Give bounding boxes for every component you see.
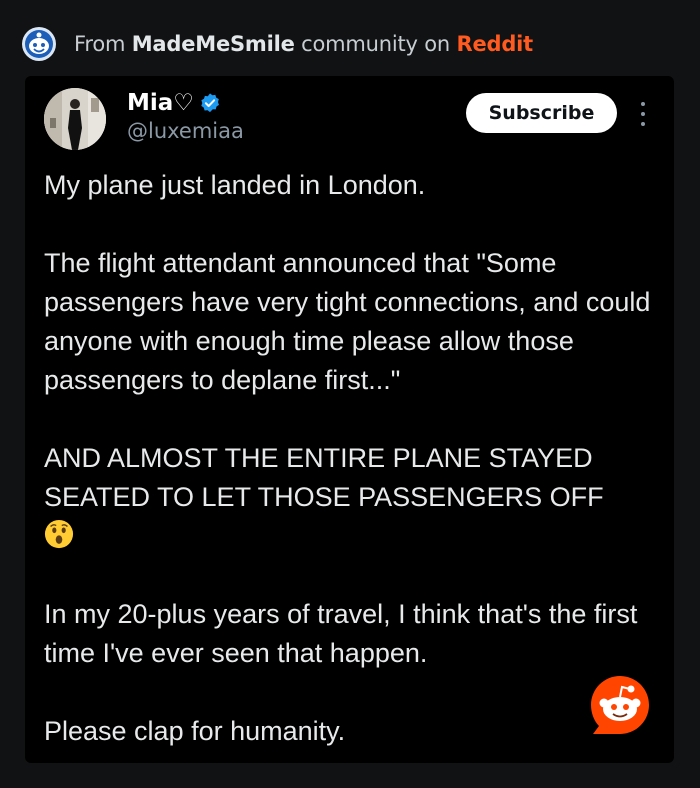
source-header: From MadeMeSmile community on Reddit [22,26,533,62]
source-middle: community on [294,32,457,56]
community-link[interactable]: MadeMeSmile [132,32,295,56]
author-handle[interactable]: @luxemiaa [127,119,244,143]
post-body: My plane just landed in London. The flig… [44,166,654,751]
post-paragraph-1: My plane just landed in London. [44,170,426,200]
post-paragraph-5: Please clap for humanity. [44,716,346,746]
subscribe-button[interactable]: Subscribe [466,93,617,133]
reddit-link[interactable]: Reddit [456,32,533,56]
source-text: From MadeMeSmile community on Reddit [74,32,533,56]
astonished-face-emoji [44,519,74,549]
author-name-row: Mia♡ [127,88,221,118]
author-name[interactable]: Mia♡ [127,90,194,116]
post-paragraph-3: AND ALMOST THE ENTIRE PLANE STAYED SEATE… [44,443,604,512]
emoji-line [44,517,654,556]
more-options-icon[interactable] [635,102,651,126]
reddit-snoo-icon[interactable] [589,674,651,736]
post-card: Mia♡ @luxemiaa Subscribe My plane just l… [25,76,674,763]
source-prefix: From [74,32,132,56]
mademesmile-community-icon[interactable] [22,27,56,61]
post-paragraph-4: In my 20-plus years of travel, I think t… [44,599,638,668]
post-paragraph-2: The flight attendant announced that "Som… [44,248,651,395]
verified-badge-icon [201,93,219,113]
avatar[interactable] [44,88,106,150]
